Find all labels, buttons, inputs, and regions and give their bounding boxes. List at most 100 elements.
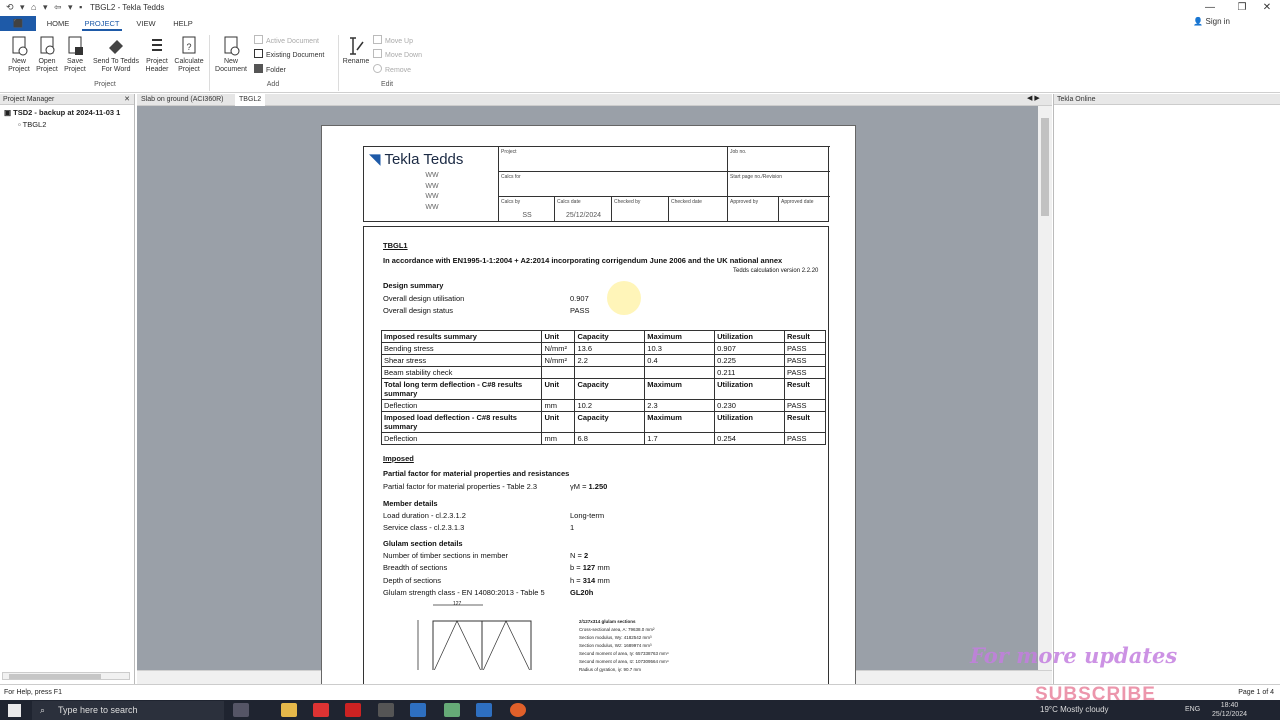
tree-child-item[interactable]: ▫ TBGL2 bbox=[18, 120, 46, 129]
language-indicator[interactable]: ENG bbox=[1185, 706, 1200, 713]
existing-document-button[interactable]: Existing Document bbox=[254, 49, 324, 62]
table-cell: PASS bbox=[784, 342, 826, 355]
rename-button[interactable]: Rename bbox=[340, 36, 372, 66]
table-cell: PASS bbox=[784, 366, 826, 379]
table-cell: Maximum bbox=[644, 411, 716, 433]
approved-date-cell: Approved date bbox=[778, 196, 830, 222]
acrobat-icon[interactable] bbox=[313, 703, 329, 717]
table-cell: Beam stability check bbox=[380, 366, 543, 379]
page-indicator: Page 1 of 4 bbox=[1238, 689, 1274, 696]
tab-help[interactable]: HELP bbox=[168, 16, 198, 31]
calcs-by-cell: Calcs by SS bbox=[498, 196, 555, 222]
remove-icon bbox=[373, 64, 382, 73]
document-title: TBGL1 bbox=[383, 241, 408, 250]
standard-reference: In accordance with EN1995-1-1:2004 + A2:… bbox=[383, 256, 783, 265]
task-view-icon[interactable] bbox=[233, 703, 249, 717]
move-down-button[interactable]: Move Down bbox=[373, 49, 422, 62]
close-pane-icon[interactable]: ✕ bbox=[124, 94, 130, 105]
tedds-icon[interactable] bbox=[410, 703, 426, 717]
table-cell: 1.7 bbox=[644, 432, 716, 445]
app-icon[interactable] bbox=[378, 703, 394, 717]
table-cell: 10.3 bbox=[644, 342, 716, 355]
horizontal-scrollbar[interactable] bbox=[2, 672, 130, 680]
partial-factors-heading: Partial factor for material properties a… bbox=[383, 469, 570, 478]
send-to-word-button[interactable]: Send To Tedds For Word bbox=[89, 36, 143, 74]
table-cell: Utilization bbox=[714, 378, 785, 400]
active-document-icon bbox=[254, 35, 263, 44]
save-project-icon bbox=[68, 36, 83, 55]
table-cell: 13.6 bbox=[574, 342, 646, 355]
ribbon-tabs: ⬛ HOME PROJECT VIEW HELP bbox=[0, 16, 1280, 31]
strength-class-label: Glulam strength class - EN 14080:2013 - … bbox=[383, 588, 545, 597]
help-text: For Help, press F1 bbox=[4, 689, 62, 696]
table-cell: Result bbox=[784, 411, 826, 433]
tab-slab-on-ground[interactable]: Slab on ground (ACI360R) bbox=[137, 94, 228, 106]
load-duration-value: Long-term bbox=[570, 511, 605, 520]
num-sections-label: Number of timber sections in member bbox=[383, 551, 509, 560]
quick-access-toolbar[interactable]: ⟲ ▾ ⌂ ▾ ⇦ ▾ ▪ bbox=[6, 2, 84, 13]
autocad-icon[interactable] bbox=[345, 703, 361, 717]
weather-text[interactable]: 19°C Mostly cloudy bbox=[1040, 705, 1109, 714]
member-details-heading: Member details bbox=[383, 499, 438, 508]
app-icon[interactable] bbox=[444, 703, 460, 717]
table-cell: Capacity bbox=[574, 378, 646, 400]
tekla-online-pane: Tekla Online bbox=[1053, 94, 1280, 684]
calculate-project-icon: ? bbox=[182, 36, 196, 54]
calculate-project-button[interactable]: ? Calculate Project bbox=[173, 36, 205, 74]
results-summary-table: Imposed results summary Unit Capacity Maxim… bbox=[380, 330, 826, 445]
table-cell: 10.2 bbox=[574, 399, 646, 412]
table-row: Beam stability check 0.211 PASS bbox=[380, 366, 826, 379]
watermark-subscribe: SUBSCRIBE bbox=[1035, 684, 1156, 705]
start-page-cell: Start page no./Revision bbox=[727, 171, 830, 197]
search-icon: ⌕ bbox=[40, 705, 46, 715]
table-cell: PASS bbox=[784, 354, 826, 367]
move-up-button[interactable]: Move Up bbox=[373, 35, 413, 48]
project-header-button[interactable]: Project Header bbox=[141, 36, 173, 74]
project-manager-header: Project Manager ✕ bbox=[0, 94, 134, 105]
status-label: Overall design status bbox=[383, 306, 454, 315]
table-row: Imposed results summary Unit Capacity Maxim… bbox=[380, 330, 826, 343]
clock[interactable]: 18:40 25/12/2024 bbox=[1212, 701, 1247, 719]
file-menu-icon: ⬛ bbox=[13, 19, 23, 28]
minimize-button[interactable]: — bbox=[1195, 0, 1225, 15]
depth-label: Depth of sections bbox=[383, 576, 441, 585]
new-project-icon bbox=[12, 36, 28, 56]
tedds-icon[interactable] bbox=[476, 703, 492, 717]
table-cell: Bending stress bbox=[380, 342, 543, 355]
tab-home[interactable]: HOME bbox=[42, 16, 74, 31]
tab-scroll-arrows-icon[interactable]: ◀ ▶ bbox=[1027, 94, 1040, 102]
tree-root-item[interactable]: ▣ TSD2 - backup at 2024-11-03 1 bbox=[4, 108, 134, 117]
sign-in-link[interactable]: 👤 Sign in bbox=[1193, 17, 1230, 26]
table-cell: Unit bbox=[541, 378, 576, 400]
tab-view[interactable]: VIEW bbox=[132, 16, 160, 31]
scrollbar-thumb[interactable] bbox=[1041, 118, 1049, 216]
file-explorer-icon[interactable] bbox=[281, 703, 297, 717]
file-menu-button[interactable]: ⬛ bbox=[0, 16, 36, 31]
remove-button[interactable]: Remove bbox=[373, 64, 411, 77]
tab-tbgl2[interactable]: TBGL2 bbox=[235, 94, 266, 106]
table-row: Deflection mm 10.2 2.3 0.230 PASS bbox=[380, 399, 826, 412]
save-project-button[interactable]: Save Project bbox=[59, 36, 91, 74]
send-to-word-icon bbox=[109, 40, 123, 54]
checked-by-cell: Checked by bbox=[611, 196, 669, 222]
utilisation-label: Overall design utilisation bbox=[383, 294, 465, 303]
scrollbar-thumb[interactable] bbox=[9, 674, 101, 679]
active-document-button[interactable]: Active Document bbox=[254, 35, 319, 48]
vertical-scrollbar[interactable] bbox=[1038, 106, 1052, 670]
new-document-icon bbox=[224, 36, 240, 56]
close-button[interactable]: ✕ bbox=[1252, 0, 1280, 15]
project-manager-pane: Project Manager ✕ ▣ TSD2 - backup at 2024… bbox=[0, 94, 135, 684]
taskbar-search[interactable]: ⌕ Type here to search bbox=[32, 701, 224, 720]
tab-project[interactable]: PROJECT bbox=[82, 16, 122, 31]
edit-group-label: Edit bbox=[380, 81, 394, 88]
windows-start-icon[interactable] bbox=[8, 704, 21, 717]
move-up-icon bbox=[373, 35, 382, 44]
table-cell: Deflection bbox=[380, 399, 543, 412]
table-cell: Total long term deflection - C#8 results… bbox=[380, 378, 543, 400]
folder-button[interactable]: Folder bbox=[254, 64, 286, 77]
load-duration-label: Load duration - cl.2.3.1.2 bbox=[383, 511, 466, 520]
table-cell: PASS bbox=[784, 432, 826, 445]
table-cell: PASS bbox=[784, 399, 826, 412]
new-document-button[interactable]: New Document bbox=[215, 36, 247, 74]
brave-browser-icon[interactable] bbox=[510, 703, 526, 717]
